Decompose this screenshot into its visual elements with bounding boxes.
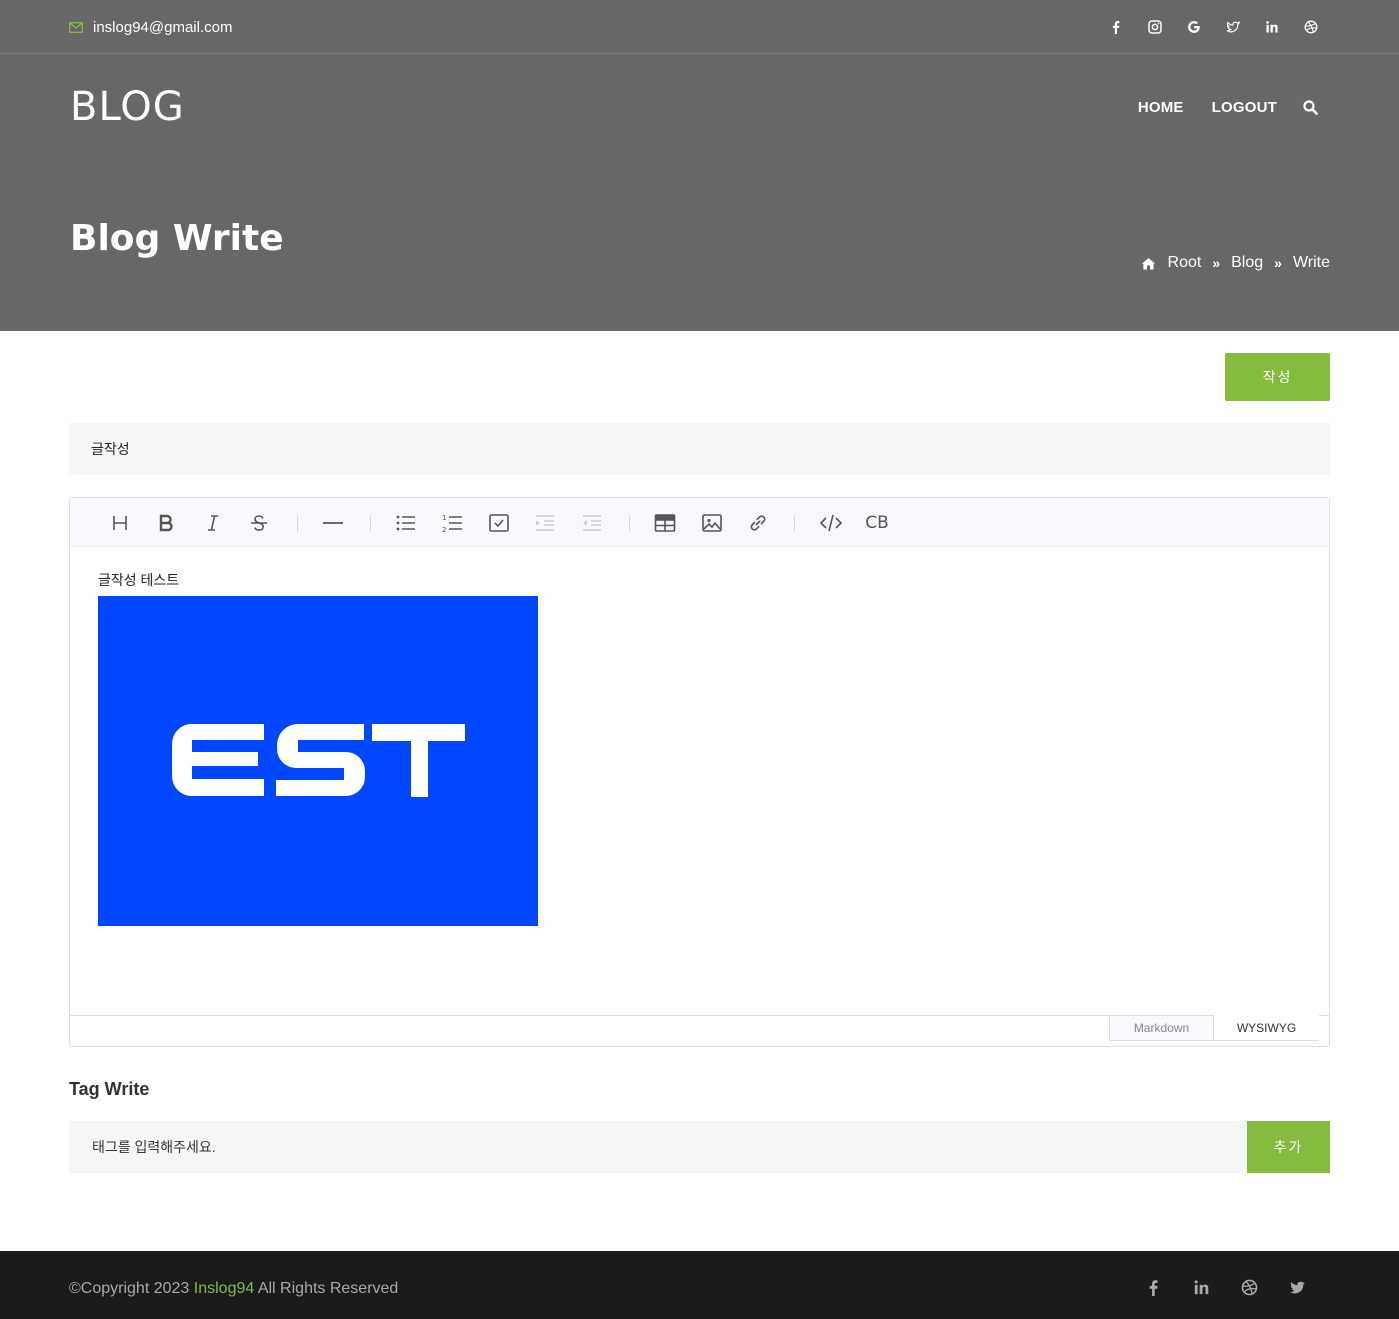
editor-paragraph: 글작성 테스트 [98,572,180,588]
top-bar: inslog94@gmail.com [0,0,1399,54]
outdent-icon[interactable] [579,510,605,536]
facebook-icon[interactable] [1129,1279,1177,1296]
instagram-icon[interactable] [1135,17,1174,37]
dribbble-icon[interactable] [1225,1279,1273,1296]
top-social-links [1096,17,1330,37]
image-icon[interactable] [699,510,725,536]
italic-icon[interactable] [200,510,226,536]
search-icon[interactable] [1303,100,1318,115]
bullet-list-icon[interactable] [393,510,419,536]
strikethrough-icon[interactable] [246,510,272,536]
google-icon[interactable] [1174,17,1213,37]
copyright-suffix: All Rights Reserved [257,1280,399,1297]
linkedin-icon[interactable] [1177,1279,1225,1296]
contact-email[interactable]: inslog94@gmail.com [69,17,232,37]
copyright-brand-link[interactable]: Inslog94 [194,1280,255,1297]
inserted-image[interactable] [98,596,538,926]
footer-social-links [1129,1279,1321,1296]
breadcrumb-root[interactable]: Root [1168,254,1202,272]
main-nav: HOME LOGOUT [1110,99,1318,116]
breadcrumb: Root » Blog » Write [1141,254,1330,272]
breadcrumb-separator-icon: » [1212,255,1221,271]
page-header: inslog94@gmail.com BLOG HOME LOGOUT Blog… [0,0,1399,331]
rich-text-editor: 12 CB 글작성 테스트 Markdown WYSIWYG [69,497,1330,1047]
add-tag-button[interactable]: 추가 [1247,1121,1330,1173]
code-icon[interactable] [818,510,844,536]
bold-icon[interactable] [153,510,179,536]
svg-text:2: 2 [442,526,446,534]
nav-logout[interactable]: LOGOUT [1212,99,1277,116]
site-logo[interactable]: BLOG [70,84,185,130]
heading-icon[interactable] [107,510,133,536]
editor-content[interactable]: 글작성 테스트 [98,570,538,926]
facebook-icon[interactable] [1096,17,1135,37]
twitter-icon[interactable] [1273,1279,1321,1296]
mail-icon [69,21,83,33]
linkedin-icon[interactable] [1252,17,1291,37]
ordered-list-icon[interactable]: 12 [440,510,466,536]
tab-wysiwyg[interactable]: WYSIWYG [1213,1015,1319,1041]
copyright-prefix: ©Copyright 2023 [69,1280,190,1297]
nav-home[interactable]: HOME [1138,99,1184,116]
table-icon[interactable] [652,510,678,536]
submit-post-button[interactable]: 작성 [1225,353,1330,401]
tag-input[interactable]: 태그를 입력해주세요. [69,1121,1247,1173]
home-icon [1141,257,1155,269]
est-logo-image [171,723,465,797]
breadcrumb-blog[interactable]: Blog [1231,254,1263,272]
twitter-icon[interactable] [1213,17,1252,37]
task-list-icon[interactable] [486,510,512,536]
page-title: Blog Write [70,218,284,259]
indent-icon[interactable] [532,510,558,536]
breadcrumb-current: Write [1292,254,1330,271]
copyright-text: ©Copyright 2023 Inslog94 All Rights Rese… [69,1280,398,1298]
dribbble-icon[interactable] [1291,17,1330,37]
codeblock-icon[interactable]: CB [864,510,890,536]
footer: ©Copyright 2023 Inslog94 All Rights Rese… [0,1251,1399,1319]
horizontal-rule-icon[interactable] [320,510,346,536]
post-title-input[interactable]: 글작성 [69,423,1330,475]
breadcrumb-separator-icon: » [1274,255,1282,271]
email-text: inslog94@gmail.com [93,18,233,36]
editor-mode-bar: Markdown WYSIWYG [70,1015,1329,1046]
editor-toolbar: 12 CB [70,498,1329,547]
svg-text:1: 1 [442,514,446,522]
tab-markdown[interactable]: Markdown [1109,1015,1214,1041]
link-icon[interactable] [745,510,771,536]
tag-section-heading: Tag Write [69,1079,150,1099]
